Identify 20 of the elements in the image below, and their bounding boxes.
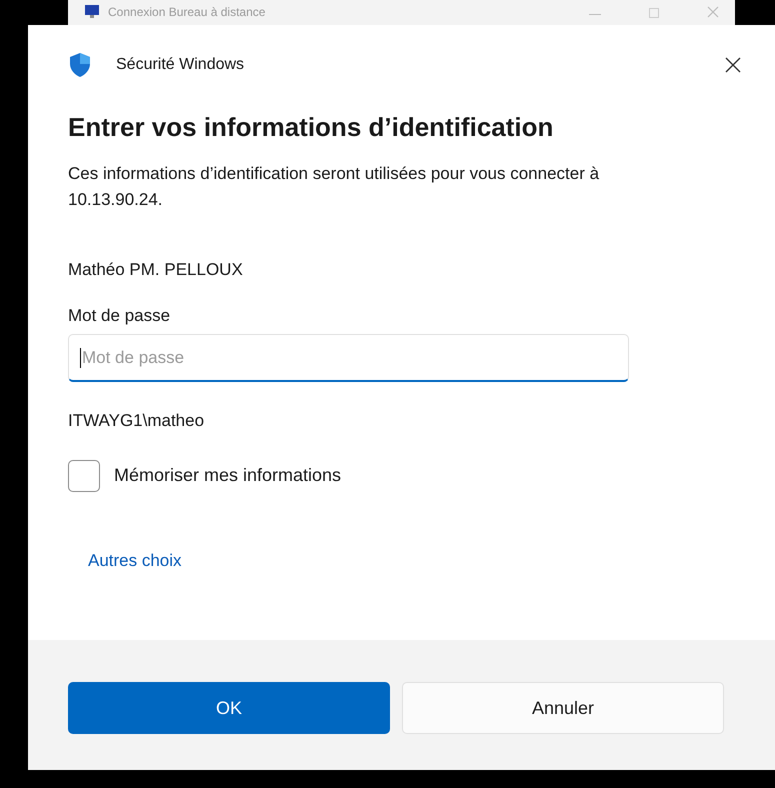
monitor-icon [84, 4, 100, 20]
password-field[interactable]: Mot de passe [68, 334, 629, 382]
app-title: Sécurité Windows [116, 55, 246, 75]
password-label: Mot de passe [68, 304, 172, 326]
cancel-button[interactable]: Annuler [402, 682, 724, 734]
close-icon [725, 57, 741, 73]
checkbox[interactable] [68, 460, 100, 492]
minimize-icon [589, 14, 601, 15]
remember-label: Mémoriser mes informations [114, 464, 342, 487]
ok-button[interactable]: OK [68, 682, 390, 734]
maximize-icon [649, 8, 659, 18]
more-choices-link[interactable]: Autres choix [88, 548, 182, 573]
description-text: Ces informations d’identification seront utilisées pour vous connecter à 10.13.90.24. [68, 163, 600, 211]
window-title: Connexion Bureau à distance [108, 4, 266, 20]
dialog-heading: Entrer vos informations d’identification [68, 111, 554, 144]
domain-user: ITWAYG1\matheo [68, 410, 206, 432]
close-icon [707, 6, 719, 18]
shield-icon [68, 52, 92, 78]
user-name: Mathéo PM. PELLOUX [68, 259, 244, 281]
text-cursor [80, 348, 81, 368]
